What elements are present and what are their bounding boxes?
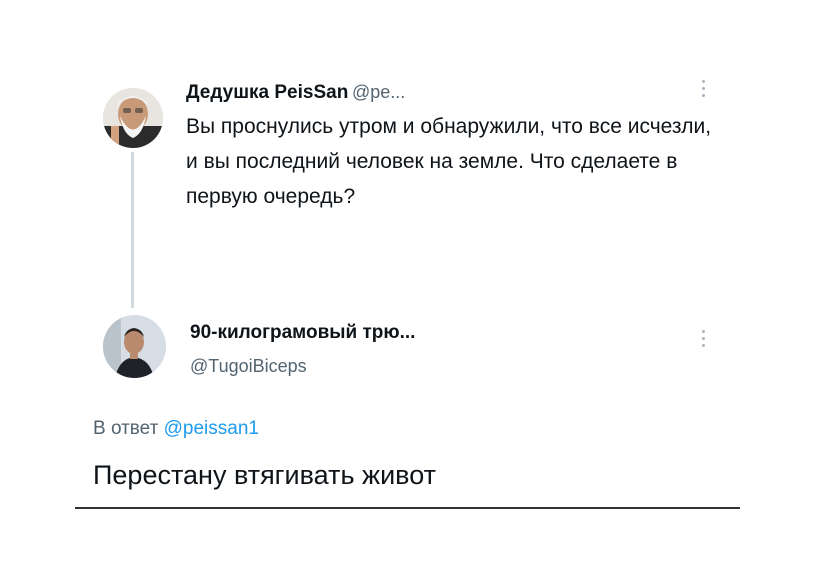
tweet-author-handle[interactable]: @pe... [352, 82, 405, 103]
reply-text: Перестану втягивать живот [93, 460, 436, 490]
tweet-text: Вы проснулись утром и обнаружили, что вс… [186, 115, 712, 208]
reply-mention-link[interactable]: @peissan1 [164, 418, 259, 439]
more-vertical-icon[interactable] [702, 80, 706, 101]
more-vertical-icon[interactable] [702, 330, 706, 351]
tweet-author-name[interactable]: Дедушка PeisSan [186, 82, 348, 104]
avatar[interactable] [103, 315, 166, 378]
reply-prefix: В ответ [93, 418, 159, 439]
avatar-man-image [103, 315, 166, 378]
thread-connector-line [131, 152, 134, 308]
avatar[interactable] [103, 88, 163, 148]
avatar-old-man-image [103, 88, 163, 148]
reply-author-handle[interactable]: @TugoiBiceps [190, 356, 307, 377]
replying-to-line: В ответ @peissan1 [93, 418, 259, 440]
bottom-divider [75, 507, 740, 509]
reply-author-name[interactable]: 90-килограмовый трю... [190, 322, 415, 344]
